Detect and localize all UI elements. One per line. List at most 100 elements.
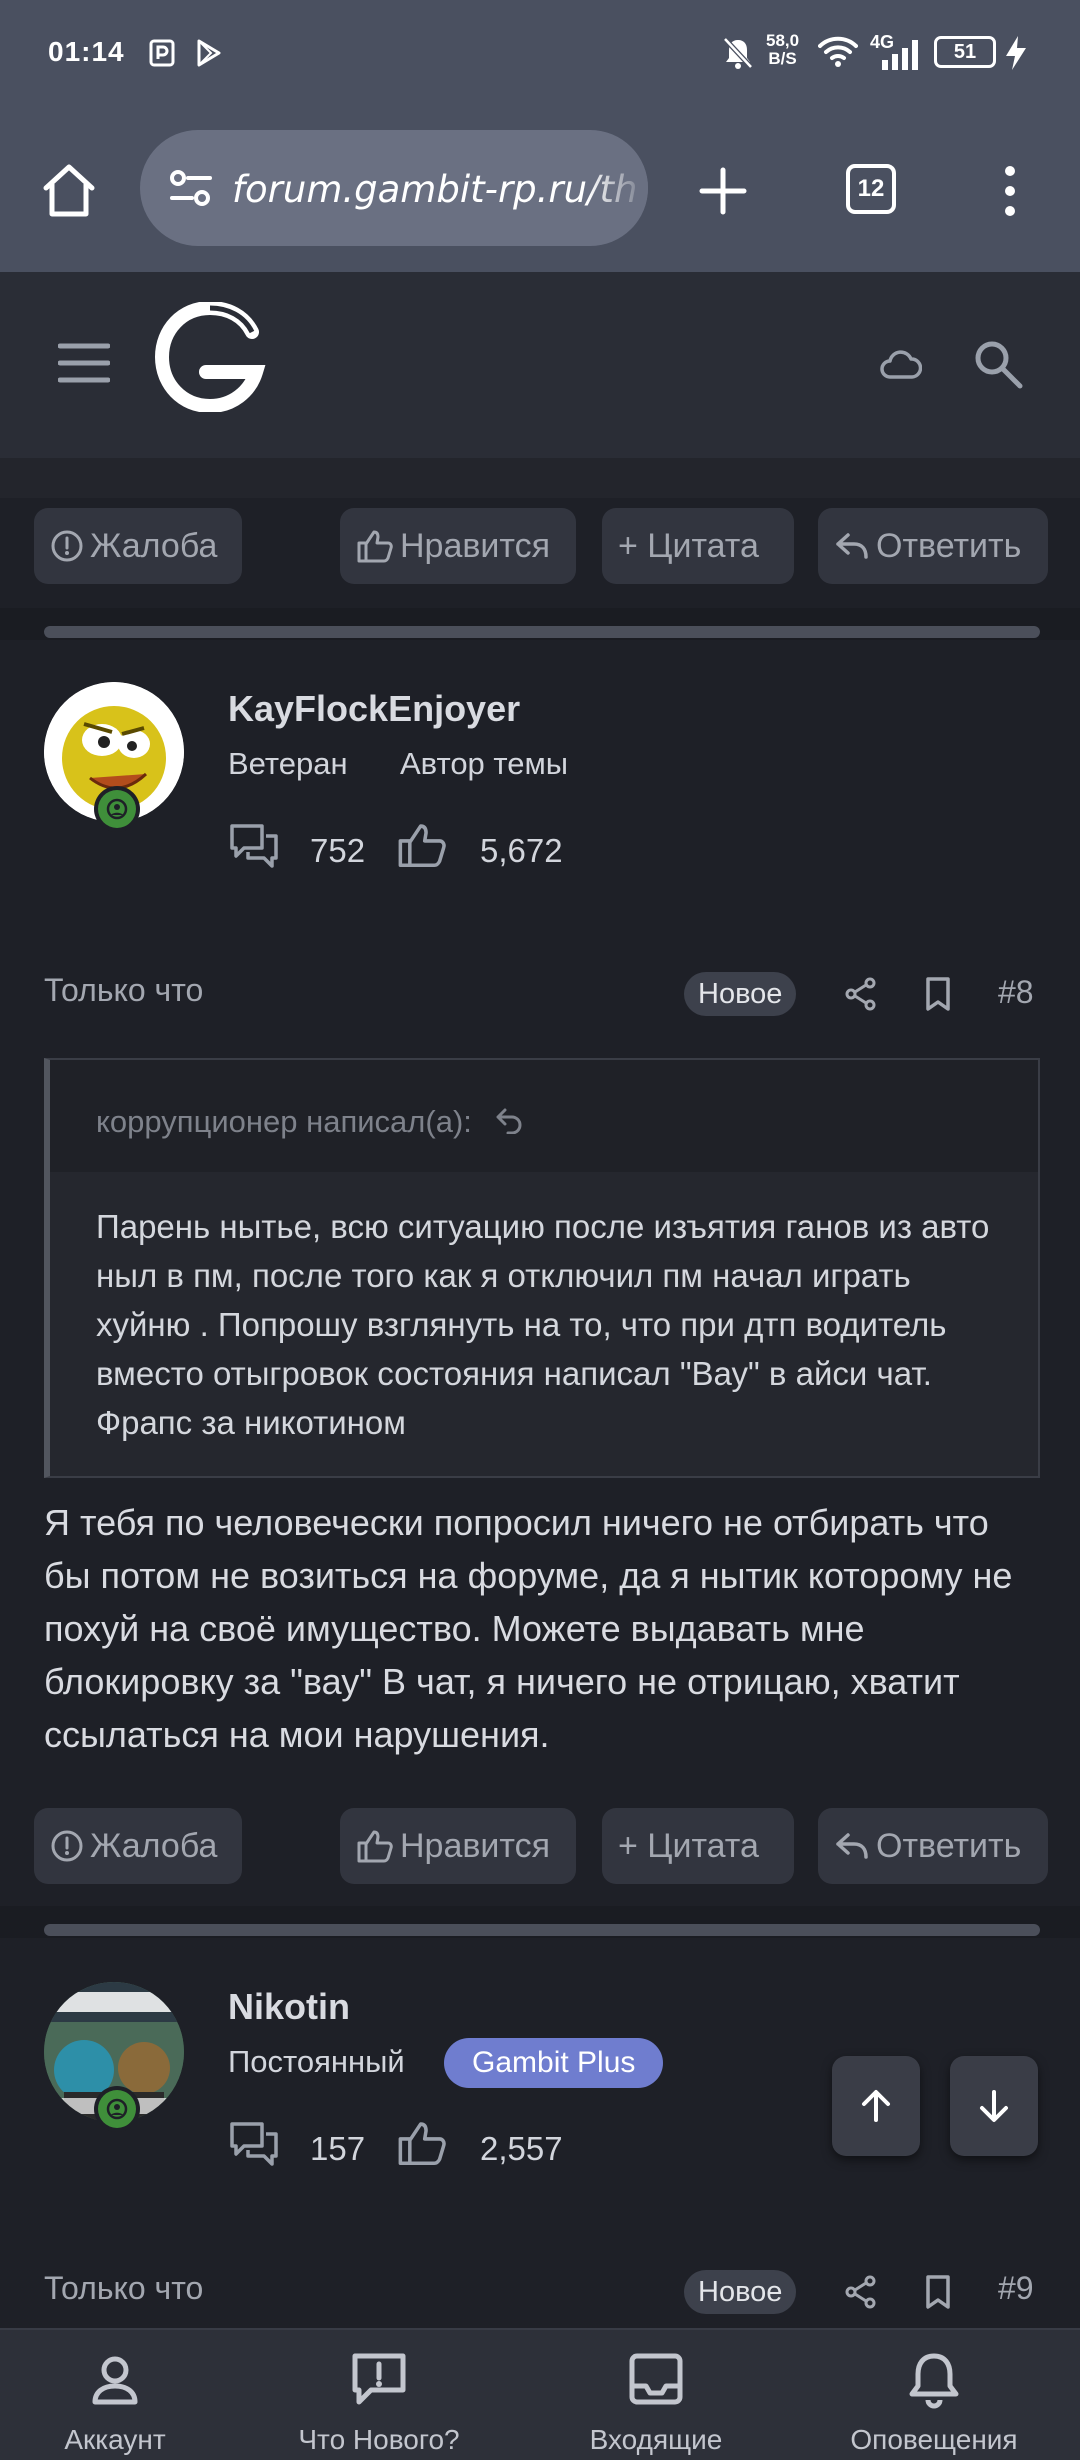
battery-icon: 51	[934, 36, 996, 68]
quote-text: Парень нытье, всю ситуацию после изъятия…	[96, 1208, 990, 1441]
new-badge: Новое	[684, 2270, 797, 2314]
nav-account[interactable]: Аккаунт	[30, 2330, 200, 2460]
reply-label: Ответить	[876, 526, 1022, 565]
browser-toolbar: forum.gambit-rp.ru/th 12	[0, 108, 1080, 272]
online-indicator	[94, 786, 140, 832]
reactions-icon	[398, 2122, 446, 2166]
home-icon[interactable]	[40, 162, 98, 218]
post-number[interactable]: #9	[998, 2270, 1034, 2307]
bookmark-icon[interactable]	[924, 976, 952, 1012]
mute-notification-icon	[723, 37, 753, 69]
bottom-navigation: Аккаунт Что Нового? Входящие Оповещения	[0, 2328, 1080, 2460]
quote-author-text: коррупционер написал(а):	[96, 1104, 472, 1139]
cloud-icon[interactable]	[880, 350, 922, 380]
hamburger-menu-icon[interactable]	[58, 342, 110, 384]
go-to-quote-icon[interactable]	[495, 1106, 523, 1135]
post-username[interactable]: Nikotin	[228, 1986, 350, 2028]
quote-button[interactable]: + Цитата	[602, 508, 794, 584]
like-label: Нравится	[400, 526, 551, 565]
nav-whats-new-label: Что Нового?	[298, 2424, 460, 2455]
report-icon	[51, 1830, 83, 1862]
share-icon[interactable]	[844, 2274, 878, 2310]
site-settings-icon[interactable]	[168, 168, 214, 208]
scroll-down-button[interactable]	[950, 2056, 1038, 2156]
report-icon	[51, 530, 83, 562]
alert-bubble-icon	[352, 2353, 406, 2405]
reaction-score: 2,557	[480, 2130, 563, 2167]
like-button[interactable]: Нравится	[340, 508, 576, 584]
inbox-icon	[629, 2353, 683, 2405]
post-divider	[44, 1924, 1040, 1936]
user-icon	[92, 2356, 138, 2405]
site-header	[0, 272, 1080, 458]
nav-inbox[interactable]: Входящие	[566, 2330, 746, 2460]
parking-app-icon	[149, 39, 175, 67]
report-label: Жалоба	[90, 526, 218, 565]
url-fade	[588, 130, 648, 246]
quote-label: + Цитата	[618, 1826, 759, 1865]
user-online-icon	[106, 798, 128, 820]
user-rank: Постоянный	[228, 2044, 405, 2079]
quote-label: + Цитата	[618, 526, 759, 565]
post-divider	[44, 626, 1040, 638]
post-number[interactable]: #8	[998, 974, 1034, 1011]
search-icon[interactable]	[972, 338, 1024, 390]
arrow-up-icon	[862, 2090, 890, 2122]
post-body: Я тебя по человечески попросил ничего не…	[44, 1502, 1013, 1755]
reaction-score: 5,672	[480, 832, 563, 869]
post-time[interactable]: Только что	[44, 2270, 203, 2307]
nav-alerts[interactable]: Оповещения	[836, 2330, 1032, 2460]
post-time[interactable]: Только что	[44, 972, 203, 1009]
reactions-icon	[398, 824, 446, 868]
tab-switcher-button[interactable]: 12	[846, 164, 896, 214]
new-badge: Новое	[684, 972, 797, 1016]
message-count: 157	[310, 2130, 366, 2167]
wifi-icon	[818, 36, 858, 67]
thumbs-up-icon	[357, 530, 393, 563]
quote-button[interactable]: + Цитата	[602, 1808, 794, 1884]
like-label: Нравится	[400, 1826, 551, 1865]
report-button[interactable]: Жалоба	[34, 1808, 242, 1884]
bell-icon	[909, 2353, 959, 2409]
report-button[interactable]: Жалоба	[34, 508, 242, 584]
status-time: 01:14	[48, 36, 125, 67]
user-rank: Ветеран	[228, 746, 348, 781]
bookmark-icon[interactable]	[924, 2274, 952, 2310]
status-bar: 01:14 58,0 B/S 4G 51	[0, 0, 1080, 108]
share-icon[interactable]	[844, 976, 878, 1012]
messages-icon	[230, 824, 278, 868]
more-menu-icon[interactable]	[998, 164, 1022, 218]
signal-icon	[882, 40, 918, 70]
nav-alerts-label: Оповещения	[850, 2424, 1018, 2455]
scroll-up-button[interactable]	[832, 2056, 920, 2156]
gambit-plus-badge: Gambit Plus	[444, 2038, 664, 2088]
reply-icon	[836, 533, 868, 559]
thumbs-up-icon	[357, 1830, 393, 1863]
net-speed: 58,0 B/S	[766, 32, 799, 68]
nav-whats-new[interactable]: Что Нового?	[276, 2330, 482, 2460]
report-label: Жалоба	[90, 1826, 218, 1865]
net-speed-unit: B/S	[768, 49, 797, 68]
reply-icon	[836, 1833, 868, 1859]
post-username[interactable]: KayFlockEnjoyer	[228, 688, 520, 730]
user-online-icon	[106, 2098, 128, 2120]
nav-account-label: Аккаунт	[64, 2424, 166, 2455]
message-count: 752	[310, 832, 366, 869]
url-text: forum.gambit-rp.ru/th	[232, 168, 638, 211]
like-button[interactable]: Нравится	[340, 1808, 576, 1884]
charging-icon	[1006, 36, 1026, 70]
header-shadow-band	[0, 458, 1080, 498]
net-speed-value: 58,0	[766, 31, 800, 50]
play-store-icon	[197, 39, 221, 67]
arrow-down-icon	[980, 2090, 1008, 2122]
gambit-logo[interactable]	[152, 302, 272, 412]
quote-block: коррупционер написал(а): Парень нытье, в…	[44, 1058, 1040, 1478]
reply-button[interactable]: Ответить	[818, 508, 1048, 584]
thread-author-badge: Автор темы	[400, 746, 569, 781]
quote-author[interactable]: коррупционер написал(а):	[96, 1104, 523, 1140]
online-indicator	[94, 2086, 140, 2132]
new-tab-icon[interactable]	[698, 166, 748, 216]
address-bar[interactable]: forum.gambit-rp.ru/th	[140, 130, 648, 246]
nav-inbox-label: Входящие	[589, 2424, 723, 2455]
reply-button[interactable]: Ответить	[818, 1808, 1048, 1884]
